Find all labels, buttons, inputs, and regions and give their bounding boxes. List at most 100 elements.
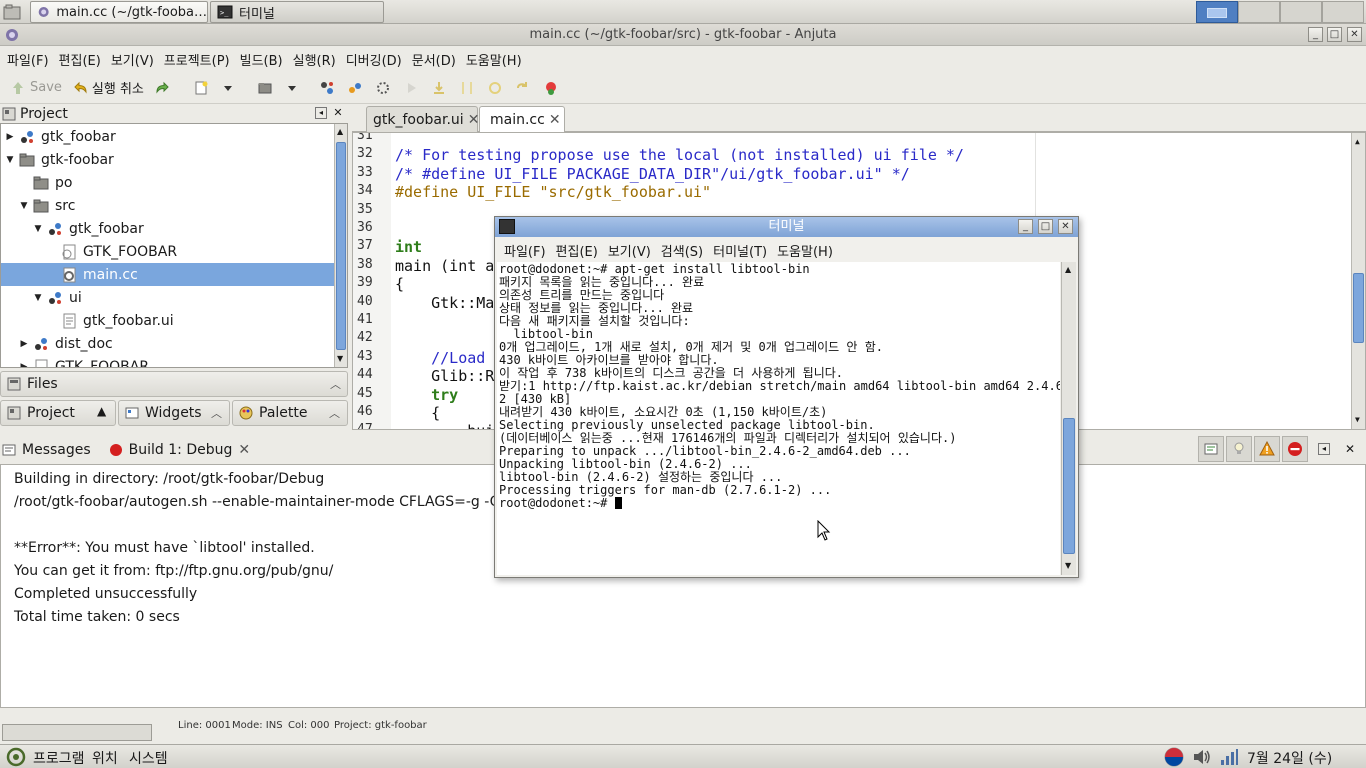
run-button[interactable]: [398, 75, 424, 101]
scroll-down-icon[interactable]: ▼: [1065, 561, 1071, 570]
editor-scrollbar[interactable]: ▲ ▼: [1351, 133, 1365, 429]
terminal-scrollbar[interactable]: ▲ ▼: [1061, 262, 1076, 575]
scroll-up-icon[interactable]: ▲: [1065, 265, 1071, 274]
tree-item-gtk-foobar-target[interactable]: ▶ gtk_foobar: [1, 125, 334, 148]
anjuta-icon[interactable]: [4, 27, 20, 43]
tab-build-debug[interactable]: Build 1: Debug: [129, 442, 233, 458]
menu-documents[interactable]: 문서(D): [407, 50, 461, 69]
breakpoint-button[interactable]: [538, 75, 564, 101]
redo-button[interactable]: [150, 75, 176, 101]
taskbar-item-anjuta[interactable]: main.cc (~/gtk-fooba…: [30, 1, 208, 23]
maximize-icon[interactable]: □: [1327, 27, 1342, 42]
dock-icon[interactable]: ◂: [315, 107, 327, 119]
tree-item-main-cc[interactable]: main.cc: [1, 263, 334, 286]
scroll-up-icon[interactable]: ▲: [1355, 137, 1360, 146]
tree-scrollbar-thumb[interactable]: [336, 142, 346, 350]
window-titlebar[interactable]: main.cc (~/gtk-foobar/src) - gtk-foobar …: [0, 24, 1366, 46]
close-icon[interactable]: ✕: [1345, 442, 1355, 456]
new-file-button[interactable]: [188, 75, 214, 101]
chevron-up-icon[interactable]: ︿: [329, 405, 340, 421]
close-icon[interactable]: ✕: [332, 107, 344, 119]
error-messages-toggle[interactable]: [1282, 436, 1308, 462]
terminal-menu-file[interactable]: 파일(F): [499, 241, 551, 260]
terminal-menu-search[interactable]: 검색(S): [656, 241, 708, 260]
close-icon[interactable]: ✕: [238, 442, 250, 458]
tab-palette[interactable]: Palette ︿: [232, 400, 348, 426]
info-messages-toggle[interactable]: [1226, 436, 1252, 462]
menu-system[interactable]: 시스템: [129, 748, 168, 768]
terminal-titlebar[interactable]: 터미널 _ □ ✕: [495, 217, 1078, 237]
tree-scrollbar[interactable]: ▲ ▼: [334, 124, 347, 367]
show-desktop-icon[interactable]: [2, 3, 22, 21]
step-over-button[interactable]: [454, 75, 480, 101]
menu-view[interactable]: 보기(V): [106, 50, 159, 69]
scroll-down-icon[interactable]: ▼: [1355, 415, 1360, 424]
chevron-up-icon[interactable]: ︿: [211, 405, 222, 421]
workspace-1[interactable]: [1196, 1, 1238, 23]
dock-icon[interactable]: ◂: [1318, 443, 1330, 455]
menu-help[interactable]: 도움말(H): [461, 50, 527, 69]
tree-item-po[interactable]: po: [1, 171, 334, 194]
debian-logo-icon[interactable]: [6, 747, 26, 767]
workspace-4[interactable]: [1322, 1, 1364, 23]
expander-expanded-icon[interactable]: ▼: [5, 155, 15, 165]
menu-debug[interactable]: 디버깅(D): [341, 50, 407, 69]
tree-item-gtk-foobar-src-target[interactable]: ▼ gtk_foobar: [1, 217, 334, 240]
tree-item-ui[interactable]: ▼ ui: [1, 286, 334, 309]
close-icon[interactable]: ✕: [549, 112, 561, 128]
network-icon[interactable]: [1219, 748, 1239, 766]
tree-item-gtk-foobar-group[interactable]: GTK_FOOBAR: [1, 240, 334, 263]
files-panel-header[interactable]: Files ︿: [0, 371, 348, 397]
volume-icon[interactable]: [1192, 748, 1212, 766]
expander-collapsed-icon[interactable]: ▶: [19, 362, 29, 368]
open-dropdown-arrow[interactable]: [280, 75, 304, 101]
clock[interactable]: 7월 24일 (수) 16:41: [1247, 748, 1366, 768]
minimize-icon[interactable]: _: [1308, 27, 1323, 42]
close-icon[interactable]: ✕: [1347, 27, 1362, 42]
warning-messages-toggle[interactable]: [1254, 436, 1280, 462]
terminal-menu-terminal[interactable]: 터미널(T): [708, 241, 772, 260]
tree-item-gtk-foobar-ui[interactable]: gtk_foobar.ui: [1, 309, 334, 332]
workspace-3[interactable]: [1280, 1, 1322, 23]
chevron-up-icon[interactable]: ▲: [97, 404, 106, 418]
undo-button[interactable]: 실행 취소: [68, 75, 148, 101]
step-button[interactable]: [426, 75, 452, 101]
expander-collapsed-icon[interactable]: ▶: [5, 132, 15, 142]
normal-messages-toggle[interactable]: [1198, 436, 1224, 462]
build-all-button[interactable]: [342, 75, 368, 101]
terminal-menu-help[interactable]: 도움말(H): [772, 241, 838, 260]
tree-item-src[interactable]: ▼ src: [1, 194, 334, 217]
menu-project[interactable]: 프로젝트(P): [159, 50, 235, 69]
expander-expanded-icon[interactable]: ▼: [19, 201, 29, 211]
scroll-up-icon[interactable]: ▲: [337, 127, 343, 136]
editor-scrollbar-thumb[interactable]: [1353, 273, 1364, 343]
terminal-scrollbar-thumb[interactable]: [1063, 418, 1075, 554]
expander-expanded-icon[interactable]: ▼: [33, 224, 43, 234]
step-out-button[interactable]: [482, 75, 508, 101]
open-file-button[interactable]: [252, 75, 278, 101]
scroll-down-icon[interactable]: ▼: [337, 354, 343, 363]
save-button[interactable]: Save: [6, 75, 66, 101]
build-button[interactable]: [314, 75, 340, 101]
continue-button[interactable]: [510, 75, 536, 101]
tab-project[interactable]: Project ▲: [0, 400, 116, 426]
menu-run[interactable]: 실행(R): [288, 50, 341, 69]
expander-collapsed-icon[interactable]: ▶: [19, 339, 29, 349]
terminal-menu-edit[interactable]: 편집(E): [551, 241, 603, 260]
terminal-window[interactable]: 터미널 _ □ ✕ 파일(F) 편집(E) 보기(V) 검색(S) 터미널(T)…: [494, 216, 1079, 578]
tab-widgets[interactable]: Widgets ︿: [118, 400, 230, 426]
close-icon[interactable]: ✕: [1058, 219, 1073, 234]
new-dropdown-arrow[interactable]: [216, 75, 240, 101]
menu-file[interactable]: 파일(F): [2, 50, 54, 69]
menu-places[interactable]: 위치: [92, 748, 118, 768]
chevron-up-icon[interactable]: ︿: [330, 376, 341, 392]
compile-button[interactable]: [370, 75, 396, 101]
maximize-icon[interactable]: □: [1038, 219, 1053, 234]
tree-item-gtk-foobar-partial[interactable]: ▶ GTK_FOOBAR: [1, 355, 334, 368]
close-icon[interactable]: ✕: [468, 112, 480, 128]
tab-gtk-foobar-ui[interactable]: gtk_foobar.ui ✕: [366, 106, 480, 132]
menu-build[interactable]: 빌드(B): [235, 50, 288, 69]
input-method-icon[interactable]: [1164, 747, 1184, 767]
tree-item-dist-doc[interactable]: ▶ dist_doc: [1, 332, 334, 355]
menu-edit[interactable]: 편집(E): [54, 50, 106, 69]
